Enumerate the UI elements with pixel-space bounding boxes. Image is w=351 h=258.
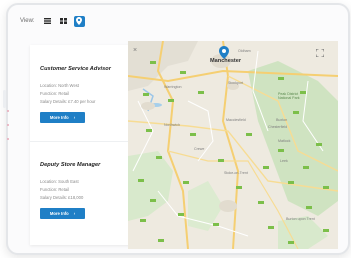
map-town-label: Warrington (164, 85, 182, 89)
device-side-button (3, 90, 6, 108)
grid-view-button[interactable] (58, 16, 69, 27)
job-card: Customer Service Advisor Location: North… (40, 66, 130, 124)
more-info-label: More Info (49, 115, 69, 121)
map-marker-icon[interactable] (219, 46, 229, 59)
map-park-label: Peak District National Park (278, 92, 300, 100)
map-town-label: Buxton (276, 118, 288, 122)
job-location: Location: North West (40, 83, 80, 88)
map-view-button[interactable] (73, 15, 85, 27)
map-town-label: Matlock (278, 139, 291, 143)
jobs-map[interactable]: Manchester Oldham Warrington Stockport M… (128, 41, 338, 249)
fullscreen-icon[interactable] (316, 49, 324, 57)
job-divider (30, 141, 137, 142)
job-list-panel: Customer Service Advisor Location: North… (30, 45, 137, 245)
job-function: Function: Retail (40, 187, 70, 193)
more-info-label: More Info (49, 211, 69, 217)
view-label: View: (20, 18, 35, 24)
job-salary: Salary Details: £18,000 (40, 195, 84, 201)
chevron-right-icon: › (73, 211, 76, 217)
view-toolbar: View: (20, 14, 85, 28)
job-function: Function: Retail (40, 91, 70, 97)
map-town-label: Burton upon Trent (286, 217, 315, 221)
grid-icon (59, 18, 67, 24)
map-pin-icon (76, 17, 83, 25)
job-title: Customer Service Advisor (40, 66, 111, 72)
chevron-right-icon: › (73, 115, 76, 121)
map-town-label: Leek (280, 159, 288, 163)
job-card: Deputy Store Manager Location: South Eas… (40, 162, 130, 220)
map-town-label: Stoke-on-Trent (224, 171, 248, 175)
more-info-button[interactable]: More Info › (40, 112, 85, 124)
map-town-label: Stockport (228, 81, 244, 85)
map-town-label: Northwich (164, 123, 180, 127)
map-town-label: Crewe (194, 147, 205, 151)
job-location: Location: South East (40, 179, 79, 184)
job-salary: Salary Details: £7.40 per hour (40, 99, 96, 105)
more-info-button[interactable]: More Info › (40, 208, 85, 220)
list-icon (43, 18, 51, 24)
map-town-label: Chesterfield (268, 125, 288, 129)
job-title: Deputy Store Manager (40, 162, 101, 168)
map-town-label: Oldham (238, 49, 251, 53)
close-icon[interactable]: × (133, 47, 137, 54)
map-town-label: Macclesfield (226, 118, 246, 122)
left-edge-dots (7, 110, 10, 152)
list-view-button[interactable] (42, 16, 53, 27)
